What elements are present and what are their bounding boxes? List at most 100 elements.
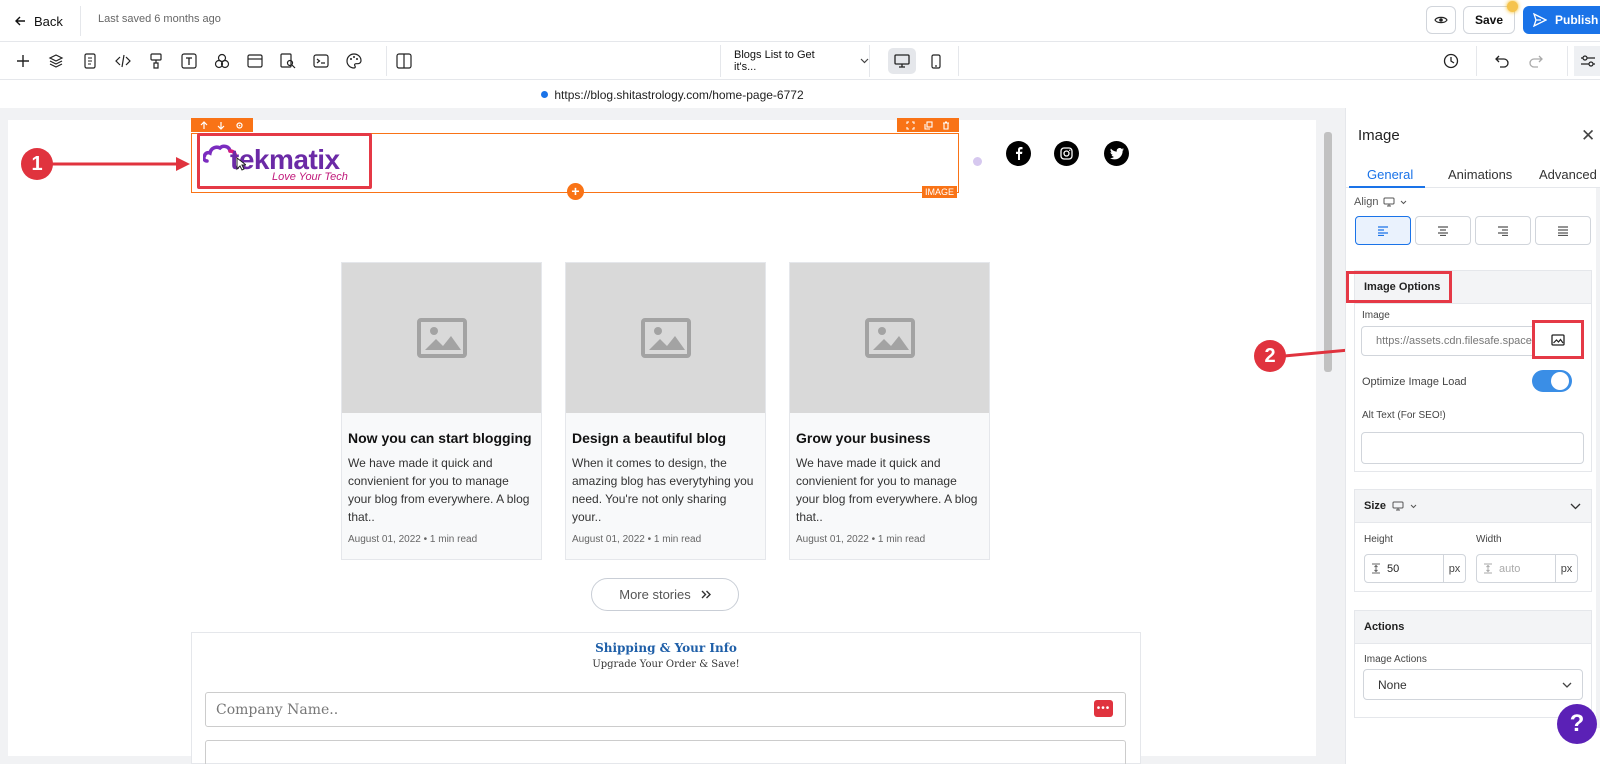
align-center-button[interactable] xyxy=(1415,216,1471,245)
arrow-up-icon[interactable] xyxy=(200,120,208,130)
next-form-field[interactable] xyxy=(205,740,1126,764)
phone-icon xyxy=(931,53,941,69)
alt-text-label: Alt Text (For SEO!) xyxy=(1362,410,1446,421)
image-actions-value: None xyxy=(1378,677,1407,692)
double-chevron-right-icon xyxy=(701,590,711,599)
history-icon[interactable] xyxy=(1441,51,1461,71)
image-icon xyxy=(1551,333,1565,346)
card-description: We have made it quick and convienient fo… xyxy=(796,456,978,524)
terminal-icon[interactable] xyxy=(311,51,331,71)
arrow-down-icon[interactable] xyxy=(217,121,225,130)
card-description: We have made it quick and convienient fo… xyxy=(348,456,530,524)
monitor-icon xyxy=(894,54,910,68)
collapse-chevron-icon xyxy=(1570,503,1581,510)
tab-advanced[interactable]: Advanced xyxy=(1539,167,1597,182)
card-date: August 01, 2022 xyxy=(348,534,421,545)
back-button[interactable]: Back xyxy=(14,11,63,31)
blog-card[interactable]: Now you can start blogging We have made … xyxy=(341,262,542,560)
columns-icon[interactable] xyxy=(394,51,414,71)
publish-button[interactable]: Publish xyxy=(1523,6,1600,34)
align-justify-button[interactable] xyxy=(1535,216,1591,245)
help-button[interactable]: ? xyxy=(1557,704,1597,744)
card-title: Now you can start blogging xyxy=(348,430,532,446)
align-label-row: Align xyxy=(1354,196,1407,208)
sliders-icon xyxy=(1580,54,1596,68)
toggle-knob xyxy=(1551,372,1569,390)
tab-animations[interactable]: Animations xyxy=(1448,167,1512,182)
trash-icon[interactable] xyxy=(942,120,950,130)
preview-button[interactable] xyxy=(1426,6,1456,34)
chevron-down-icon xyxy=(1410,504,1417,509)
optimize-label: Optimize Image Load xyxy=(1362,376,1467,388)
add-element-button[interactable]: + xyxy=(567,183,584,200)
annotation-badge-2: 2 xyxy=(1254,340,1286,372)
gear-icon[interactable] xyxy=(235,121,244,130)
height-input[interactable]: 50 px xyxy=(1364,554,1466,583)
search-page-icon[interactable] xyxy=(278,51,298,71)
monitor-icon xyxy=(1392,501,1404,511)
tab-general[interactable]: General xyxy=(1367,167,1413,182)
more-stories-label: More stories xyxy=(619,587,691,602)
chevron-down-icon xyxy=(860,58,869,64)
alt-text-input[interactable] xyxy=(1361,432,1584,464)
element-move-controls xyxy=(191,118,253,132)
align-left-button[interactable] xyxy=(1355,216,1411,245)
page-selector[interactable]: Blogs List to Get it's... xyxy=(720,45,870,77)
width-unit[interactable]: px xyxy=(1555,555,1577,582)
undo-icon[interactable] xyxy=(1492,51,1512,71)
close-icon[interactable]: ✕ xyxy=(1581,126,1595,146)
arrow-left-icon xyxy=(14,15,26,27)
mobile-view-button[interactable] xyxy=(922,48,950,74)
instagram-icon[interactable] xyxy=(1054,141,1079,166)
layers-icon[interactable] xyxy=(46,51,66,71)
align-right-button[interactable] xyxy=(1475,216,1531,245)
blog-card[interactable]: Design a beautiful blog When it comes to… xyxy=(565,262,766,560)
password-manager-icon[interactable]: ••• xyxy=(1094,700,1113,717)
height-label: Height xyxy=(1364,534,1393,545)
eye-icon xyxy=(1434,15,1448,25)
palette-icon[interactable] xyxy=(344,51,364,71)
page-icon[interactable] xyxy=(80,51,100,71)
duplicate-icon[interactable] xyxy=(924,120,933,130)
save-button[interactable]: Save xyxy=(1463,6,1515,34)
section-icon[interactable] xyxy=(245,51,265,71)
expand-icon[interactable] xyxy=(906,120,915,130)
plus-icon[interactable] xyxy=(13,51,33,71)
text-icon[interactable] xyxy=(179,51,199,71)
page-url[interactable]: https://blog.shitastrology.com/home-page… xyxy=(554,88,803,102)
twitter-icon[interactable] xyxy=(1104,141,1129,166)
company-name-input[interactable]: Company Name.. xyxy=(205,692,1126,727)
align-right-icon xyxy=(1497,225,1509,236)
image-actions-select[interactable]: None xyxy=(1363,669,1583,700)
facebook-icon[interactable] xyxy=(1006,141,1031,166)
back-label: Back xyxy=(34,13,63,29)
code-icon[interactable] xyxy=(113,51,133,71)
card-read-time: 1 min read xyxy=(429,534,478,545)
height-unit[interactable]: px xyxy=(1443,555,1465,582)
card-meta: August 01, 2022 • 1 min read xyxy=(572,534,702,545)
form-title: Shipping & Your Info xyxy=(595,641,737,655)
card-title: Grow your business xyxy=(796,430,931,446)
panel-scrollbar[interactable] xyxy=(1596,188,1600,728)
card-meta: August 01, 2022 • 1 min read xyxy=(796,534,926,545)
settings-panel-button[interactable] xyxy=(1574,46,1600,76)
image-url-input[interactable]: https://assets.cdn.filesafe.space/ xyxy=(1361,326,1533,356)
redo-icon[interactable] xyxy=(1526,51,1546,71)
editor-toolbar: Blogs List to Get it's... xyxy=(0,42,1600,80)
size-title: Size xyxy=(1364,500,1387,512)
more-stories-button[interactable]: More stories xyxy=(591,578,739,611)
align-justify-icon xyxy=(1557,225,1569,236)
align-center-icon xyxy=(1437,225,1449,236)
shapes-icon[interactable] xyxy=(212,51,232,71)
desktop-view-button[interactable] xyxy=(888,48,916,74)
height-value: 50 xyxy=(1387,562,1400,575)
width-icon xyxy=(1477,563,1499,574)
width-input[interactable]: auto px xyxy=(1476,554,1578,583)
card-description: When it comes to design, the amazing blo… xyxy=(572,456,754,524)
monitor-icon xyxy=(1383,197,1395,207)
paint-icon[interactable] xyxy=(146,51,166,71)
blog-card[interactable]: Grow your business We have made it quick… xyxy=(789,262,990,560)
status-dot xyxy=(541,91,549,98)
image-picker-button[interactable] xyxy=(1532,320,1584,359)
size-header[interactable]: Size xyxy=(1355,490,1591,523)
